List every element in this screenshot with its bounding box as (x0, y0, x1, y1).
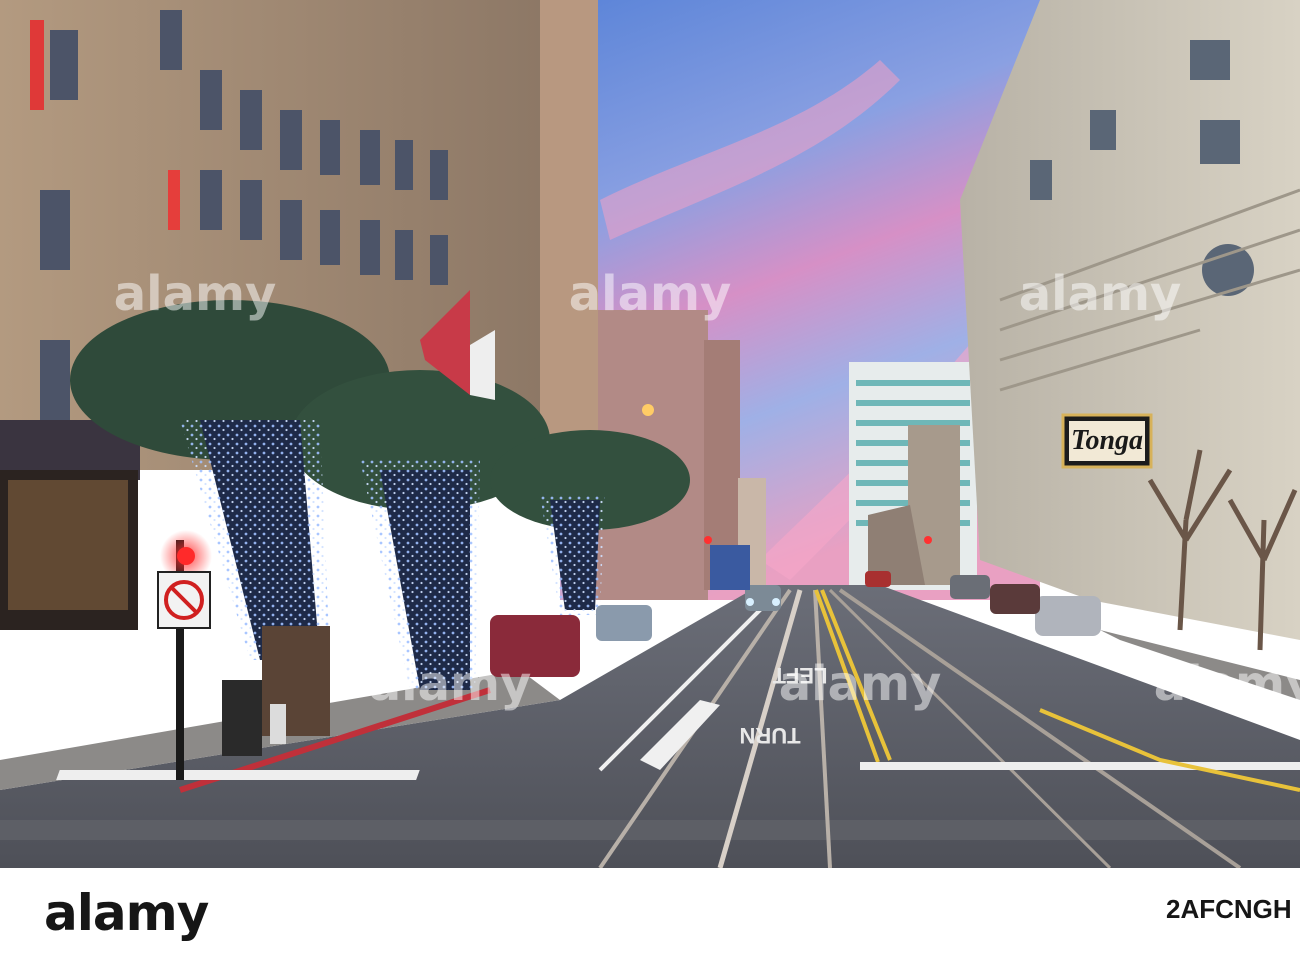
parked-car-right-1 (1035, 596, 1101, 636)
distant-red-signal (704, 536, 712, 544)
red-facade-light-2 (168, 170, 180, 230)
stop-line-right (860, 762, 1300, 770)
trash-can (222, 680, 262, 756)
lit-tree-3-lights (540, 495, 605, 615)
watermark-text: alamy (114, 266, 277, 322)
red-facade-light (30, 20, 44, 110)
image-id: 2AFCNGH (1166, 894, 1292, 924)
watermark-text: alamy (0, 656, 151, 712)
watermark-text: alamy (1019, 266, 1182, 322)
storefront-glow (8, 480, 128, 610)
distant-red-signal (924, 536, 932, 544)
watermark-text: alamy (369, 656, 532, 712)
red-traffic-light (177, 547, 195, 565)
crosswalk-band (0, 820, 1300, 840)
watermark-text: alamy (779, 656, 942, 712)
watermark-text: alamy (569, 266, 732, 322)
blue-truck (710, 545, 750, 590)
silver-sedan (596, 605, 652, 641)
street-word-turn: TURN (739, 723, 800, 748)
photo-scene: Tonga TURN LEFT alamy alamy alamy alamy … (0, 0, 1300, 868)
stop-line (56, 770, 420, 780)
parked-car-right-3 (950, 575, 990, 599)
parked-car-right-2 (990, 584, 1040, 614)
car-headlight (746, 598, 754, 606)
tonga-sign-text: Tonga (1071, 425, 1143, 456)
fire-hydrant (270, 704, 286, 744)
oncoming-car (745, 585, 781, 611)
car-headlight (772, 598, 780, 606)
watermark-text: alamy (1154, 656, 1300, 712)
distant-red-car (865, 571, 891, 587)
brand-logo: alamy (44, 884, 209, 942)
amber-streetlight (642, 404, 654, 416)
